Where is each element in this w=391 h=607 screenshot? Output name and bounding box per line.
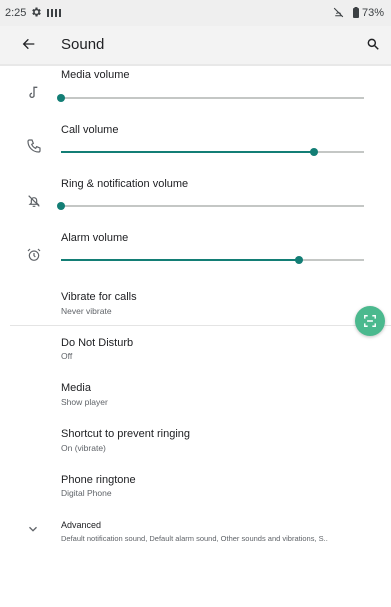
call-volume-label: Call volume: [61, 124, 119, 136]
vibrate-summary: Never vibrate: [61, 306, 112, 316]
ringtone-title[interactable]: Phone ringtone: [61, 474, 136, 486]
ringtone-summary: Digital Phone: [61, 488, 112, 498]
battery-percent: 73%: [362, 7, 385, 19]
status-time: 2:25: [5, 7, 27, 19]
section-divider: [10, 325, 391, 326]
alarm-volume-label: Alarm volume: [61, 232, 129, 244]
alarm-volume-fill: [61, 259, 299, 261]
page-title: Sound: [61, 36, 105, 53]
app-bar: Sound: [0, 26, 391, 64]
advanced-title[interactable]: Advanced: [61, 520, 101, 530]
status-bar: 2:25 73%: [0, 0, 391, 26]
call-volume-fill: [61, 151, 314, 153]
dnd-summary: Off: [61, 351, 73, 361]
music-note-icon: [29, 86, 38, 98]
notification-bars-icon: [47, 9, 61, 17]
search-icon[interactable]: [366, 37, 380, 51]
scan-frame-icon: [364, 315, 376, 327]
media-volume-label: Media volume: [61, 69, 130, 81]
shortcut-title[interactable]: Shortcut to prevent ringing: [61, 428, 190, 440]
media-volume-slider[interactable]: [57, 94, 364, 102]
screenshot-fab[interactable]: [355, 306, 385, 336]
media-title[interactable]: Media: [61, 382, 91, 394]
shortcut-summary: On (vibrate): [61, 443, 106, 453]
dnd-title[interactable]: Do Not Disturb: [61, 337, 133, 349]
phone-icon: [27, 139, 41, 153]
vibrate-title[interactable]: Vibrate for calls: [61, 291, 137, 303]
no-signal-icon: [333, 7, 344, 18]
call-volume-slider[interactable]: [61, 148, 364, 156]
alarm-volume-thumb[interactable]: [294, 256, 303, 264]
alarm-clock-icon: [27, 248, 41, 261]
alarm-volume-slider[interactable]: [61, 256, 364, 264]
bell-off-icon: [28, 195, 40, 207]
app-bar-shadow: [0, 64, 391, 66]
settings-gear-icon: [32, 7, 41, 17]
media-summary: Show player: [61, 397, 108, 407]
media-volume-thumb[interactable]: [57, 94, 65, 102]
ring-volume-slider[interactable]: [57, 202, 364, 210]
call-volume-thumb[interactable]: [310, 148, 318, 156]
advanced-summary: Default notification sound, Default alar…: [61, 534, 328, 543]
ring-volume-label: Ring & notification volume: [61, 178, 189, 190]
ring-volume-thumb[interactable]: [57, 202, 65, 210]
back-arrow-icon[interactable]: [21, 36, 37, 52]
chevron-down-icon[interactable]: [26, 522, 40, 536]
battery-icon: [353, 7, 359, 18]
